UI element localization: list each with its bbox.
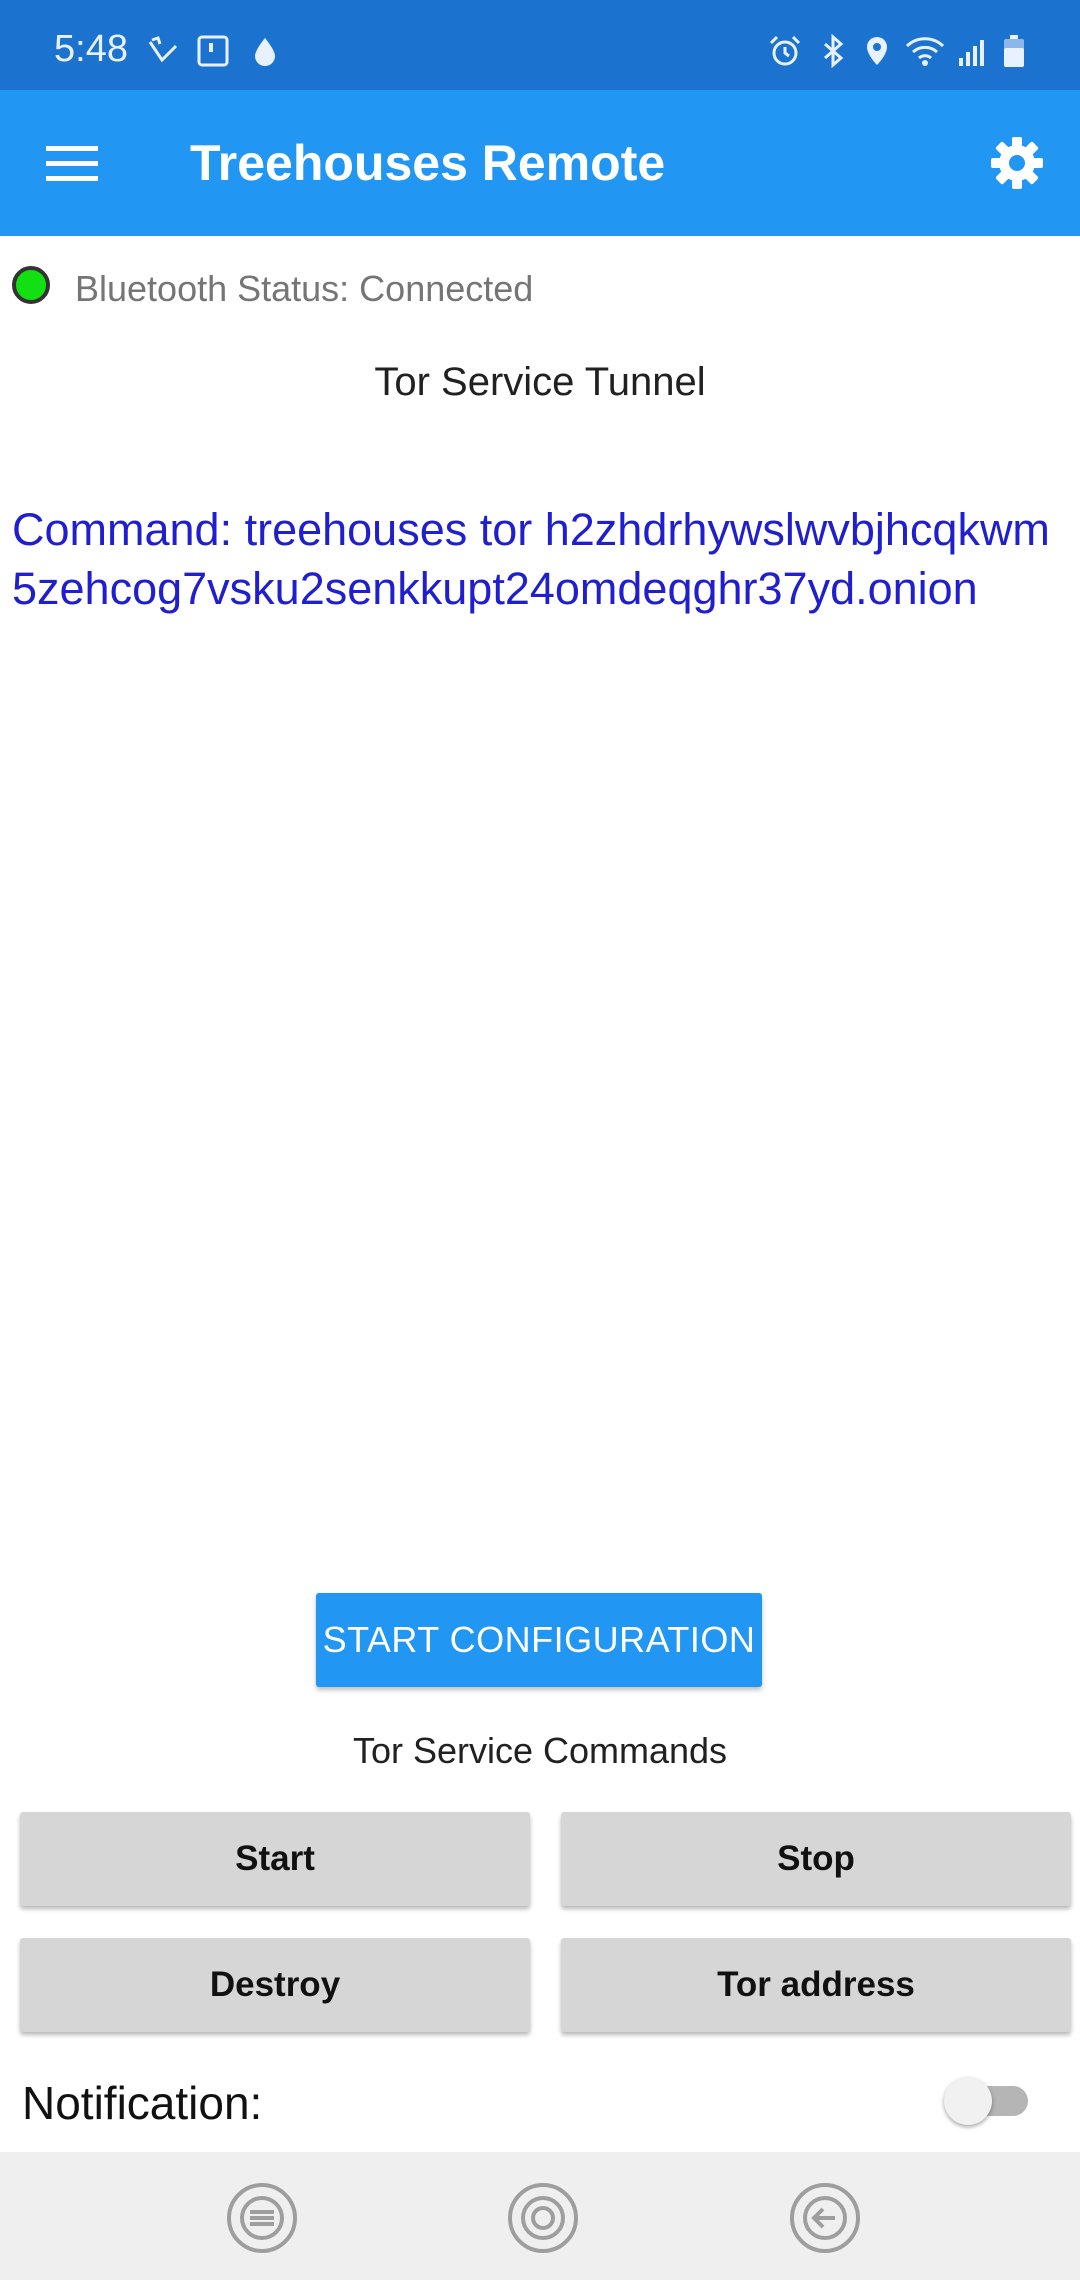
recents-icon[interactable] bbox=[226, 2182, 298, 2254]
notification-label: Notification: bbox=[22, 2077, 263, 2129]
bluetooth-status-text: Bluetooth Status: Connected bbox=[75, 268, 534, 309]
app-title: Treehouses Remote bbox=[190, 135, 666, 191]
gear-icon[interactable] bbox=[990, 136, 1044, 190]
system-nav-bar bbox=[0, 2152, 1080, 2280]
back-icon[interactable] bbox=[789, 2182, 861, 2254]
bluetooth-icon bbox=[824, 34, 844, 68]
wifi-icon bbox=[905, 37, 945, 66]
start-configuration-button[interactable]: START CONFIGURATION bbox=[316, 1593, 762, 1687]
signal-icon bbox=[959, 40, 984, 66]
hamburger-menu-icon[interactable] bbox=[46, 144, 98, 184]
app-bar: Treehouses Remote bbox=[0, 90, 1080, 236]
drop-icon bbox=[255, 38, 275, 66]
tor-commands-title: Tor Service Commands bbox=[352, 1730, 728, 1771]
status-bar: 5:48 bbox=[0, 0, 1080, 90]
command-output: Command: treehouses tor h2zhdrhywslwvbjh… bbox=[12, 504, 1050, 614]
bluetooth-status-indicator bbox=[12, 266, 50, 304]
start-button[interactable]: Start bbox=[20, 1812, 530, 1906]
location-icon bbox=[867, 37, 887, 65]
sim-icon bbox=[197, 35, 229, 67]
home-icon[interactable] bbox=[507, 2182, 579, 2254]
battery-icon bbox=[1004, 35, 1024, 67]
tor-address-button[interactable]: Tor address bbox=[561, 1938, 1071, 2032]
stop-button[interactable]: Stop bbox=[561, 1812, 1071, 1906]
missed-call-icon bbox=[148, 36, 178, 63]
destroy-button[interactable]: Destroy bbox=[20, 1938, 530, 2032]
tor-tunnel-title: Tor Service Tunnel bbox=[374, 360, 706, 404]
alarm-icon bbox=[769, 35, 801, 66]
toggle-thumb[interactable] bbox=[944, 2077, 992, 2125]
status-time: 5:48 bbox=[54, 28, 128, 70]
